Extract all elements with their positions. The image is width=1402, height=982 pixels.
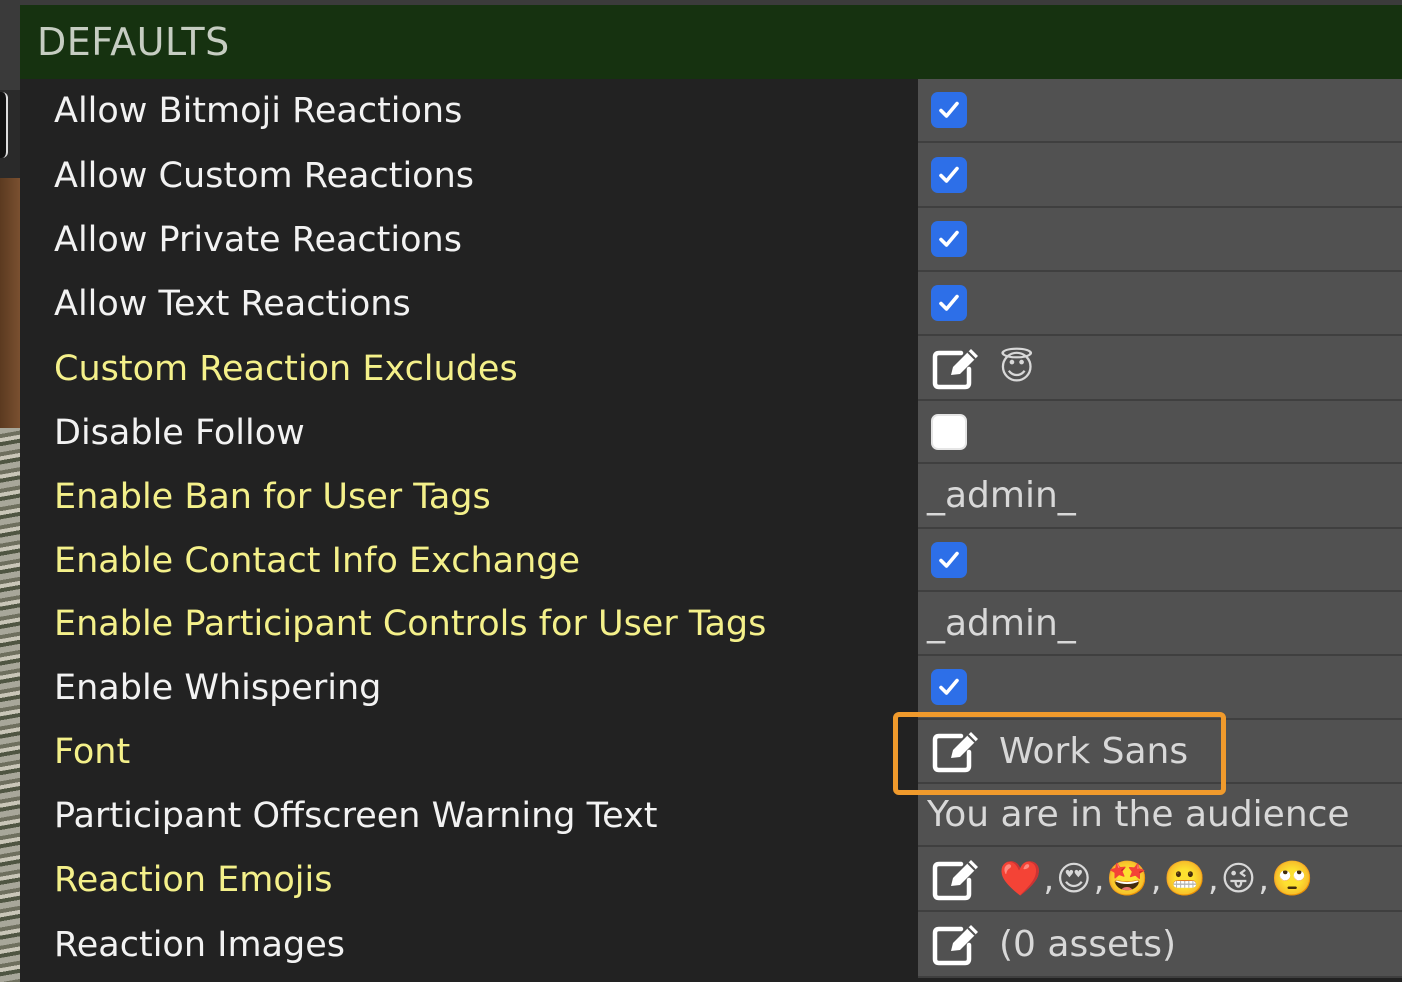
assets-count-value: (0 assets) [999, 923, 1177, 965]
setting-row-allow-text-reactions: Allow Text Reactions [20, 272, 1402, 336]
checkbox[interactable] [931, 285, 967, 321]
setting-row-allow-bitmoji-reactions: Allow Bitmoji Reactions [20, 79, 1402, 143]
setting-value[interactable]: _admin_ [918, 464, 1402, 529]
setting-row-enable-ban-for-user-tags: Enable Ban for User Tags _admin_ [20, 464, 1402, 529]
font-value: Work Sans [999, 730, 1189, 772]
checkmark-icon [939, 678, 959, 695]
setting-label[interactable]: Enable Contact Info Exchange [20, 529, 918, 592]
setting-label: Disable Follow [54, 412, 305, 453]
setting-label[interactable]: Font [20, 720, 918, 784]
setting-value[interactable]: _admin_ [918, 592, 1402, 656]
setting-row-participant-offscreen-warning-text: Participant Offscreen Warning Text You a… [20, 784, 1402, 847]
setting-value: (0 assets) [918, 912, 1402, 978]
setting-row-enable-contact-info-exchange: Enable Contact Info Exchange [20, 529, 1402, 592]
setting-row-enable-participant-controls: Enable Participant Controls for User Tag… [20, 592, 1402, 656]
warning-text-value: You are in the audience [927, 794, 1350, 835]
setting-row-allow-custom-reactions: Allow Custom Reactions [20, 143, 1402, 208]
setting-value: ❤️, 😍, 🤩, 😬, 😜, 🙄 [918, 847, 1402, 912]
checkmark-icon [939, 230, 959, 247]
setting-label: Allow Text Reactions [54, 284, 411, 324]
edit-icon[interactable] [931, 856, 981, 902]
checkmark-icon [939, 551, 959, 568]
setting-label: Reaction Images [54, 925, 345, 965]
checkmark-icon [939, 166, 959, 183]
setting-value [918, 656, 1402, 720]
edit-icon[interactable] [931, 345, 981, 391]
setting-value: Work Sans [918, 720, 1402, 784]
setting-value [918, 272, 1402, 336]
checkmark-icon [939, 294, 959, 311]
panel-title: DEFAULTS [37, 20, 230, 64]
emoji: 😍 [1056, 858, 1092, 899]
tag-value: _admin_ [927, 475, 1076, 516]
setting-value [918, 208, 1402, 272]
checkbox[interactable] [931, 92, 967, 128]
setting-value [918, 143, 1402, 208]
setting-row-allow-private-reactions: Allow Private Reactions [20, 208, 1402, 272]
setting-value [918, 529, 1402, 592]
checkbox[interactable] [931, 221, 967, 257]
setting-label[interactable]: Reaction Emojis [20, 847, 918, 912]
setting-row-disable-follow: Disable Follow [20, 401, 1402, 464]
checkbox[interactable] [931, 156, 967, 193]
setting-label[interactable]: Enable Ban for User Tags [20, 464, 918, 529]
setting-row-reaction-emojis: Reaction Emojis ❤️, 😍, 🤩, 😬, 😜, 🙄 [20, 847, 1402, 912]
setting-row-custom-reaction-excludes: Custom Reaction Excludes 😇 [20, 336, 1402, 401]
setting-label: Allow Custom Reactions [54, 155, 475, 196]
emoji: 🤩 [1106, 858, 1149, 899]
setting-row-reaction-images: Reaction Images (0 assets) [20, 912, 1402, 978]
emoji-list: ❤️, 😍, 🤩, 😬, 😜, 🙄 [999, 858, 1314, 899]
panel-header: DEFAULTS [20, 5, 1402, 79]
tag-value: _admin_ [927, 602, 1076, 644]
setting-value: 😇 [918, 336, 1402, 401]
background-scene [0, 0, 20, 982]
setting-label: Enable Whispering [54, 668, 382, 708]
setting-value [918, 401, 1402, 464]
defaults-panel: DEFAULTS Allow Bitmoji Reactions Allow C… [20, 5, 1402, 982]
checkmark-icon [939, 101, 959, 118]
setting-value[interactable]: You are in the audience [918, 784, 1402, 847]
setting-label: Participant Offscreen Warning Text [54, 795, 658, 836]
edit-icon[interactable] [931, 921, 981, 967]
setting-label[interactable]: Custom Reaction Excludes [20, 336, 918, 401]
emoji: 😬 [1163, 858, 1206, 899]
edit-icon[interactable] [931, 728, 981, 774]
checkbox[interactable] [931, 541, 967, 578]
setting-label: Allow Bitmoji Reactions [54, 91, 463, 131]
settings-list: Allow Bitmoji Reactions Allow Custom Rea… [20, 79, 1402, 978]
setting-row-enable-whispering: Enable Whispering [20, 656, 1402, 720]
checkbox[interactable] [931, 669, 967, 705]
emoji: 😜 [1220, 858, 1257, 899]
setting-row-font: Font Work Sans [20, 720, 1402, 784]
checkbox[interactable] [931, 413, 967, 450]
emoji: ❤️ [999, 858, 1042, 899]
setting-label[interactable]: Enable Participant Controls for User Tag… [20, 592, 918, 656]
setting-label: Allow Private Reactions [54, 220, 462, 260]
emoji: 🙄 [1271, 858, 1314, 899]
emoji-value: 😇 [999, 347, 1035, 388]
setting-value [918, 79, 1402, 143]
